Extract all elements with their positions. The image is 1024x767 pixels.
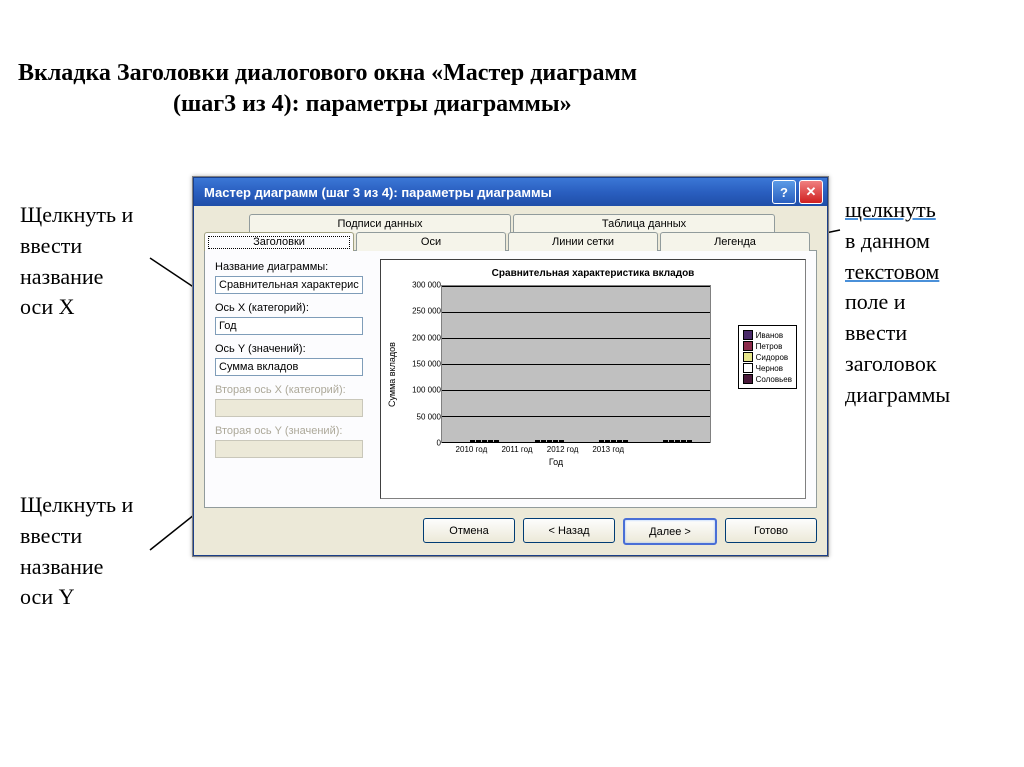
callout-axis-y: Щелкнуть иввестиназваниеоси Y: [20, 490, 190, 613]
callout-chart-title: щелкнутьв данномтекстовомполе иввестизаг…: [845, 195, 1015, 411]
xtick: 2012 год: [547, 445, 579, 454]
titlebar[interactable]: Мастер диаграмм (шаг 3 из 4): параметры …: [193, 177, 828, 206]
preview-ylabel: Сумма вкладов: [385, 285, 399, 465]
xtick: 2011 год: [501, 445, 532, 454]
chart-wizard-dialog: Мастер диаграмм (шаг 3 из 4): параметры …: [192, 176, 829, 557]
help-button[interactable]: ?: [772, 180, 796, 204]
legend-label: Петров: [756, 342, 783, 351]
legend-swatch: [743, 374, 753, 384]
tab-gridlines[interactable]: Линии сетки: [508, 232, 658, 251]
legend-label: Сидоров: [756, 353, 789, 362]
legend-item: Иванов: [743, 330, 792, 340]
heading-line-2: (шаг3 из 4): параметры диаграммы»: [173, 89, 637, 120]
legend: Иванов Петров Сидоров Чернов Соловьев: [738, 325, 797, 389]
legend-label: Соловьев: [756, 375, 792, 384]
legend-swatch: [743, 330, 753, 340]
legend-swatch: [743, 341, 753, 351]
preview-chart-title: Сравнительная характеристика вкладов: [385, 268, 801, 279]
preview-xlabel: Год: [401, 457, 711, 467]
legend-swatch: [743, 363, 753, 373]
fields-column: Название диаграммы: Ось X (категорий): О…: [215, 259, 370, 499]
legend-item: Сидоров: [743, 352, 792, 362]
chart-title-input[interactable]: [215, 276, 363, 294]
axis-y2-input: [215, 440, 363, 458]
axis-x-input[interactable]: [215, 317, 363, 335]
callout-axis-x: Щелкнуть иввестиназваниеоси X: [20, 200, 190, 323]
tab-legend[interactable]: Легенда: [660, 232, 810, 251]
finish-button[interactable]: Готово: [725, 518, 817, 543]
axis-y-label: Ось Y (значений):: [215, 343, 370, 355]
heading-line-1: Вкладка Заголовки диалогового окна «Маст…: [18, 58, 637, 89]
cancel-button[interactable]: Отмена: [423, 518, 515, 543]
next-button[interactable]: Далее >: [623, 518, 717, 545]
legend-item: Петров: [743, 341, 792, 351]
dialog-body: Подписи данных Таблица данных Заголовки …: [193, 206, 828, 556]
page-heading: Вкладка Заголовки диалогового окна «Маст…: [18, 58, 637, 120]
legend-label: Иванов: [756, 331, 783, 340]
legend-label: Чернов: [756, 364, 783, 373]
xtick: 2013 год: [592, 445, 624, 454]
tab-page-titles: Название диаграммы: Ось X (категорий): О…: [204, 250, 817, 508]
tab-axes[interactable]: Оси: [356, 232, 506, 251]
tab-data-table[interactable]: Таблица данных: [513, 214, 775, 233]
tab-titles[interactable]: Заголовки: [204, 232, 354, 251]
legend-item: Чернов: [743, 363, 792, 373]
axis-x-label: Ось X (категорий):: [215, 302, 370, 314]
axis-x2-input: [215, 399, 363, 417]
dialog-title-text: Мастер диаграмм (шаг 3 из 4): параметры …: [204, 185, 769, 200]
legend-item: Соловьев: [743, 374, 792, 384]
chart-preview: Сравнительная характеристика вкладов Сум…: [380, 259, 806, 499]
xtick: 2010 год: [456, 445, 488, 454]
axis-y-input[interactable]: [215, 358, 363, 376]
axis-x2-label: Вторая ось X (категорий):: [215, 384, 370, 396]
close-button[interactable]: ✕: [799, 180, 823, 204]
tab-data-labels[interactable]: Подписи данных: [249, 214, 511, 233]
chart-title-label: Название диаграммы:: [215, 261, 370, 273]
plot-box: 050 000100 000150 000200 000250 000300 0…: [401, 285, 801, 465]
dialog-buttons: Отмена < Назад Далее > Готово: [204, 518, 817, 545]
back-button[interactable]: < Назад: [523, 518, 615, 543]
tab-area: Подписи данных Таблица данных Заголовки …: [204, 214, 817, 508]
legend-swatch: [743, 352, 753, 362]
axis-y2-label: Вторая ось Y (значений):: [215, 425, 370, 437]
